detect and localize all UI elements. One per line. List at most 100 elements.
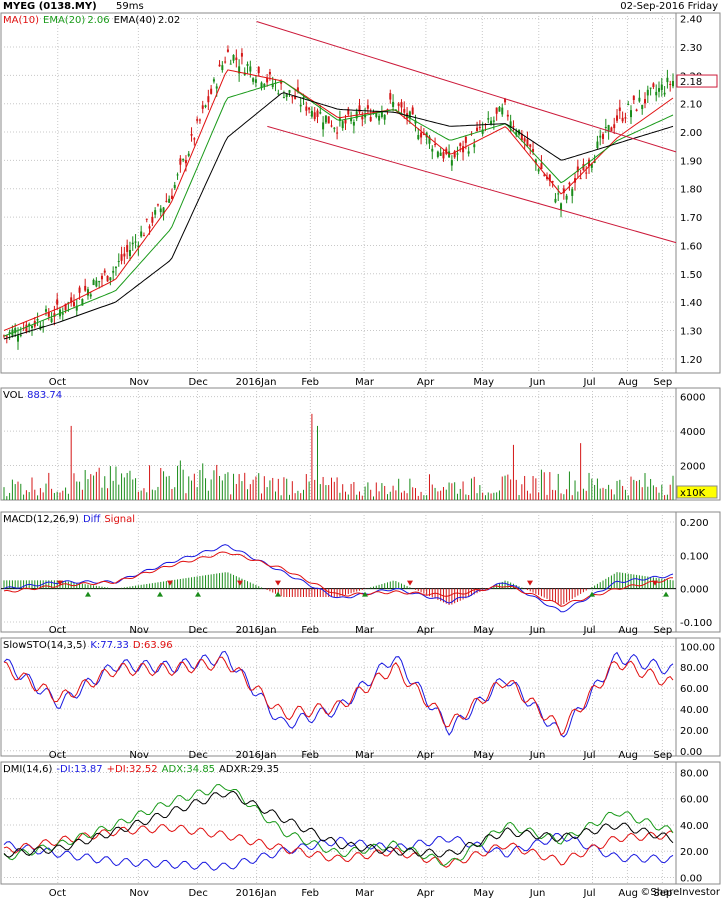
price-candle: [187, 153, 190, 156]
price-candle: [420, 132, 423, 138]
price-candle: [630, 110, 633, 118]
price-candle: [308, 107, 311, 110]
price-candle: [25, 324, 28, 332]
price-candle: [232, 54, 235, 61]
price-candle: [644, 99, 647, 104]
price-candle: [134, 241, 137, 243]
month-label-2016Jan: 2016Jan: [236, 750, 277, 761]
month-label-May: May: [473, 888, 494, 899]
price-candle: [333, 127, 336, 129]
price-candle: [148, 226, 151, 229]
month-label-Nov: Nov: [129, 625, 149, 636]
price-candle: [618, 107, 621, 111]
price-candle: [652, 83, 655, 88]
price-candle: [221, 65, 224, 71]
price-candle: [151, 216, 154, 223]
month-label-Oct: Oct: [49, 377, 66, 388]
price-candle: [313, 112, 316, 120]
price-candle: [540, 163, 543, 170]
price-candle: [168, 198, 171, 203]
price-candle: [330, 125, 333, 127]
month-label-Dec: Dec: [188, 750, 207, 761]
price-candle: [56, 299, 59, 305]
price-candle: [316, 110, 319, 117]
price-candle: [336, 132, 339, 134]
legend-ema40: EMA(40): [113, 15, 156, 26]
volume-tick-label: 2000: [680, 462, 705, 473]
price-candle: [207, 96, 210, 103]
month-label-Mar: Mar: [355, 625, 375, 636]
volume-tick-label: 6000: [680, 393, 705, 404]
volume-unit-label: x10K: [680, 488, 706, 499]
price-candle: [638, 97, 641, 102]
price-tick-label: 2.30: [680, 43, 702, 54]
price-tick-label: 1.50: [680, 270, 702, 281]
legend-d: D:63.96: [132, 640, 173, 651]
legend-adxr: ADXR:29.35: [219, 764, 280, 775]
price-candle: [277, 93, 280, 95]
price-candle: [106, 275, 109, 282]
price-candle: [358, 105, 361, 113]
price-candle: [226, 49, 229, 52]
month-label-Jun: Jun: [529, 888, 546, 899]
price-candle: [585, 172, 588, 174]
price-candle: [557, 193, 560, 195]
price-candle: [669, 83, 672, 85]
price-candle: [501, 107, 504, 115]
price-candle: [462, 146, 465, 153]
month-label-Jun: Jun: [529, 750, 546, 761]
month-label-Feb: Feb: [301, 625, 319, 636]
price-candle: [154, 210, 157, 215]
dmi-tick-label: 20.00: [680, 847, 709, 858]
price-candle: [624, 117, 627, 119]
legend-vol: VOL: [3, 390, 24, 401]
price-candle: [632, 95, 635, 101]
macd-tick-label: -0.100: [680, 618, 712, 629]
price-candle: [50, 318, 53, 323]
price-candle: [268, 71, 271, 75]
price-candle: [327, 116, 330, 124]
last-price-label: 2.18: [680, 77, 702, 88]
price-candle: [658, 88, 661, 92]
price-candle: [492, 120, 495, 122]
price-candle: [459, 143, 462, 146]
price-candle: [123, 253, 126, 257]
price-candle: [442, 152, 445, 159]
price-candle: [224, 61, 227, 63]
price-candle: [392, 101, 395, 107]
price-candle: [86, 289, 89, 296]
price-candle: [621, 117, 624, 122]
price-candle: [663, 92, 666, 95]
price-candle: [450, 160, 453, 166]
price-candle: [666, 77, 669, 83]
price-candle: [109, 277, 112, 281]
month-label-Jun: Jun: [529, 625, 546, 636]
price-candle: [159, 208, 162, 213]
month-label-Oct: Oct: [49, 888, 66, 899]
price-candle: [131, 242, 134, 245]
price-candle: [140, 231, 143, 237]
price-tick-label: 1.20: [680, 355, 702, 366]
price-candle: [554, 198, 557, 203]
price-candle: [627, 104, 630, 106]
price-candle: [92, 279, 95, 286]
month-label-Feb: Feb: [301, 750, 319, 761]
price-candle: [117, 261, 120, 263]
macd-frame: [0, 511, 677, 633]
month-label-Nov: Nov: [129, 888, 149, 899]
price-candle: [145, 218, 148, 220]
price-candle: [467, 151, 470, 154]
price-candle: [246, 64, 249, 66]
price-candle: [182, 159, 185, 161]
legend-vol-value: 883.74: [27, 390, 63, 401]
month-label-Feb: Feb: [301, 377, 319, 388]
price-candle: [537, 169, 540, 172]
month-label-Feb: Feb: [301, 888, 319, 899]
price-candle: [30, 325, 33, 328]
price-candle: [512, 126, 515, 128]
price-candle: [204, 105, 207, 108]
price-tick-label: 1.90: [680, 156, 702, 167]
price-candle: [389, 93, 392, 100]
price-candle: [215, 86, 218, 89]
price-candle: [341, 121, 344, 129]
